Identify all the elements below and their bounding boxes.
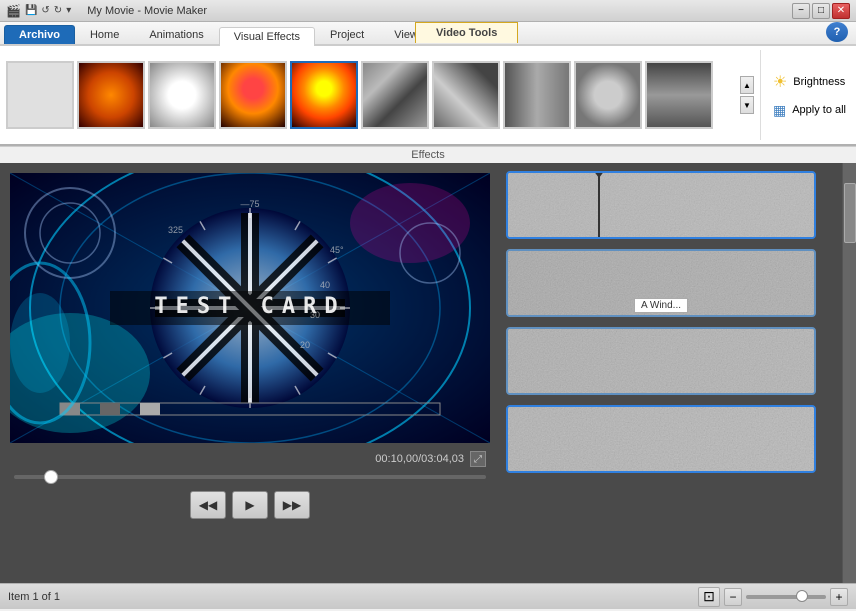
app-logo-icon: 🎬 xyxy=(6,4,21,18)
tab-archivo[interactable]: Archivo xyxy=(4,25,75,44)
quick-access-dropdown[interactable]: ▾ xyxy=(66,5,71,16)
effect-bw3[interactable] xyxy=(503,61,571,129)
apply-to-all-button[interactable]: ▦ Apply to all xyxy=(769,100,850,121)
timeline-track-1[interactable] xyxy=(506,171,816,239)
status-right: ⊡ − + xyxy=(698,587,848,607)
effects-section-label: Effects xyxy=(0,146,856,163)
help-button[interactable]: ? xyxy=(826,22,848,42)
timeline-track-3[interactable] xyxy=(506,327,816,395)
seek-handle[interactable] xyxy=(44,470,58,484)
tab-visual-effects[interactable]: Visual Effects xyxy=(219,27,315,46)
timeline-track-2[interactable]: A Wind... xyxy=(506,249,816,317)
quick-access-undo[interactable]: ↺ xyxy=(41,5,49,16)
seek-bar[interactable] xyxy=(14,475,486,479)
effect-bw4[interactable] xyxy=(574,61,642,129)
status-text: Item 1 of 1 xyxy=(8,591,60,603)
play-button[interactable]: ▶ xyxy=(232,491,268,519)
timeline-track-4[interactable] xyxy=(506,405,816,473)
close-button[interactable]: ✕ xyxy=(832,3,850,19)
svg-text:325: 325 xyxy=(168,225,183,235)
scrollbar-thumb[interactable] xyxy=(844,183,856,243)
tab-project[interactable]: Project xyxy=(315,25,379,44)
svg-text:20: 20 xyxy=(300,340,310,350)
svg-text:40: 40 xyxy=(320,280,330,290)
zoom-slider-handle[interactable] xyxy=(796,590,808,602)
title-text: My Movie - Movie Maker xyxy=(87,5,207,17)
quick-access-save[interactable]: 💾 xyxy=(25,5,37,16)
track-2-label[interactable]: A Wind... xyxy=(634,298,688,313)
brightness-button[interactable]: ☀ Brightness xyxy=(769,70,850,94)
playhead-line xyxy=(598,173,600,237)
zoom-out-button[interactable]: − xyxy=(724,588,742,606)
ribbon-content: ▲ ▼ ☀ Brightness ▦ Apply to all xyxy=(0,46,856,146)
status-bar: Item 1 of 1 ⊡ − + xyxy=(0,583,856,609)
effect-orange[interactable] xyxy=(77,61,145,129)
minimize-button[interactable]: − xyxy=(792,3,810,19)
svg-text:45°: 45° xyxy=(330,245,344,255)
quick-access-redo[interactable]: ↻ xyxy=(54,5,62,16)
effect-bw5[interactable] xyxy=(645,61,713,129)
timeline-scrollbar[interactable] xyxy=(842,163,856,583)
scroll-up-arrow[interactable]: ▲ xyxy=(740,76,754,94)
effect-none[interactable] xyxy=(6,61,74,129)
video-frame: TEST CARD xyxy=(10,173,490,443)
ribbon-wrapper: Video Tools Archivo Home Animations Visu… xyxy=(0,22,856,163)
svg-text:30: 30 xyxy=(310,310,320,320)
title-bar-left: 🎬 💾 ↺ ↻ ▾ My Movie - Movie Maker xyxy=(6,4,207,18)
zoom-slider[interactable] xyxy=(746,595,826,599)
timeline-panel: A Wind... xyxy=(500,163,856,583)
brightness-label: Brightness xyxy=(793,76,845,88)
main-area: TEST CARD xyxy=(0,163,856,583)
scroll-down-arrow[interactable]: ▼ xyxy=(740,96,754,114)
svg-text:—75: —75 xyxy=(240,199,259,209)
maximize-button[interactable]: □ xyxy=(812,3,830,19)
effects-scroll-arrows: ▲ ▼ xyxy=(738,50,756,140)
tab-home[interactable]: Home xyxy=(75,25,134,44)
ribbon-right: ☀ Brightness ▦ Apply to all xyxy=(760,50,850,140)
video-tools-banner: Video Tools xyxy=(415,22,518,43)
effect-red-flower[interactable] xyxy=(219,61,287,129)
playback-controls: ◀◀ ▶ ▶▶ xyxy=(10,487,490,523)
forward-button[interactable]: ▶▶ xyxy=(274,491,310,519)
apply-icon: ▦ xyxy=(773,102,786,119)
brightness-icon: ☀ xyxy=(773,72,787,92)
video-time-display: 00:10,00/03:04,03 ⤢ xyxy=(10,451,490,467)
zoom-in-button[interactable]: + xyxy=(830,588,848,606)
window-controls: − □ ✕ xyxy=(792,3,850,19)
title-bar: 🎬 💾 ↺ ↻ ▾ My Movie - Movie Maker − □ ✕ xyxy=(0,0,856,22)
effect-yellow-flower[interactable] xyxy=(290,61,358,129)
rewind-button[interactable]: ◀◀ xyxy=(190,491,226,519)
video-preview-panel: TEST CARD xyxy=(0,163,500,583)
apply-to-label: Apply to all xyxy=(792,104,846,116)
effect-bw1[interactable] xyxy=(361,61,429,129)
tab-animations[interactable]: Animations xyxy=(134,25,218,44)
screen-toggle-button[interactable]: ⊡ xyxy=(698,587,720,607)
effects-area xyxy=(6,50,738,140)
effect-bw2[interactable] xyxy=(432,61,500,129)
seek-bar-container xyxy=(10,475,490,479)
time-code: 00:10,00/03:04,03 xyxy=(375,453,464,465)
expand-preview-button[interactable]: ⤢ xyxy=(470,451,486,467)
effect-white-flower[interactable] xyxy=(148,61,216,129)
